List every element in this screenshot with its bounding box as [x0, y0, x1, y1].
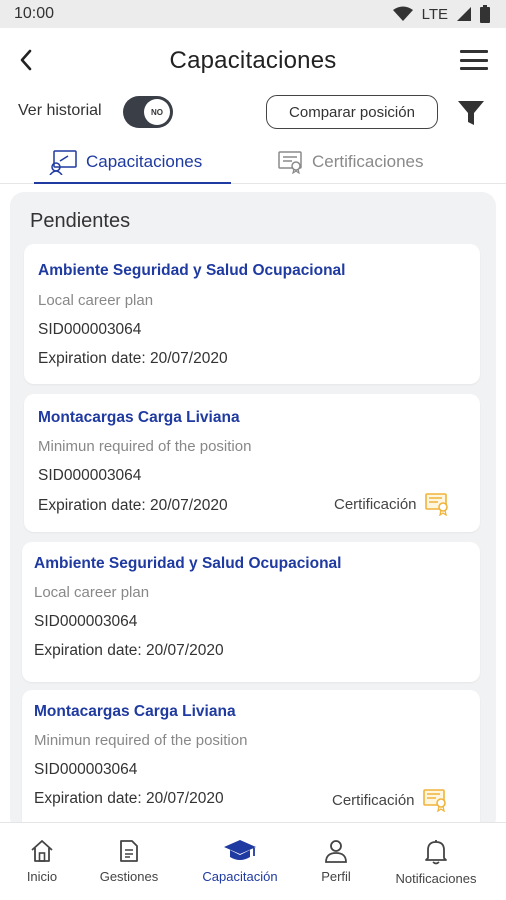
training-icon: [49, 150, 77, 175]
controls-row: Ver historial NO Comparar posición: [0, 94, 506, 134]
status-bar: 10:00 LTE: [0, 0, 506, 28]
app-bar: Capacitaciones: [0, 28, 506, 94]
card-expiration: Expiration date: 20/07/2020: [34, 642, 224, 659]
status-time: 10:00: [14, 5, 55, 22]
nav-item-inicio[interactable]: Inicio: [22, 839, 62, 884]
compare-position-button[interactable]: Comparar posición: [266, 95, 438, 129]
document-icon: [120, 840, 138, 862]
back-button[interactable]: [14, 46, 38, 74]
certification-label: Certificación: [334, 495, 417, 513]
tab-capacitaciones[interactable]: Capacitaciones: [34, 140, 231, 184]
filter-icon[interactable]: [456, 98, 486, 128]
tab-bar: Capacitaciones Certificaciones: [0, 140, 506, 184]
certification-label: Certificación: [332, 791, 415, 809]
nav-label: Notificaciones: [395, 871, 477, 886]
arrow-back-icon: [20, 49, 32, 71]
training-card[interactable]: Montacargas Carga Liviana Minimun requir…: [22, 690, 480, 832]
home-icon: [31, 840, 53, 862]
certification-badge[interactable]: Certificación: [334, 492, 451, 516]
certificate-icon: [424, 493, 448, 516]
battery-icon: [480, 5, 490, 23]
history-label: Ver historial: [18, 102, 102, 119]
nav-item-perfil[interactable]: Perfil: [318, 839, 354, 884]
status-icons: LTE: [392, 5, 490, 23]
card-title: Montacargas Carga Liviana: [34, 703, 236, 720]
card-title: Ambiente Seguridad y Salud Ocupacional: [38, 262, 346, 279]
person-icon: [325, 840, 347, 863]
card-title: Ambiente Seguridad y Salud Ocupacional: [34, 555, 342, 572]
nav-item-gestiones[interactable]: Gestiones: [96, 839, 162, 884]
card-subtitle: Minimun required of the position: [38, 438, 252, 455]
training-card[interactable]: Ambiente Seguridad y Salud Ocupacional L…: [22, 542, 480, 682]
card-expiration: Expiration date: 20/07/2020: [38, 497, 228, 514]
tab-label: Certificaciones: [312, 152, 424, 171]
card-id: SID000003064: [34, 761, 138, 778]
card-expiration: Expiration date: 20/07/2020: [34, 790, 224, 807]
wifi-icon: [392, 6, 413, 21]
card-id: SID000003064: [38, 321, 142, 338]
hamburger-menu-icon[interactable]: [460, 48, 488, 72]
nav-label: Perfil: [321, 869, 351, 884]
card-id: SID000003064: [38, 467, 142, 484]
bell-icon: [425, 840, 447, 865]
toggle-knob: NO: [144, 99, 170, 125]
network-label: LTE: [421, 5, 448, 23]
section-title: Pendientes: [30, 210, 131, 232]
card-subtitle: Local career plan: [38, 292, 154, 309]
card-subtitle: Local career plan: [34, 584, 150, 601]
nav-item-notificaciones[interactable]: Notificaciones: [390, 839, 482, 886]
signal-icon: [457, 7, 471, 21]
tab-certificaciones[interactable]: Certificaciones: [278, 140, 424, 184]
card-expiration: Expiration date: 20/07/2020: [38, 350, 228, 367]
card-subtitle: Minimun required of the position: [34, 732, 248, 749]
certification-badge[interactable]: Certificación: [332, 788, 449, 812]
nav-label: Gestiones: [99, 869, 159, 884]
bottom-nav: Inicio Gestiones Capacitación Perfil Not…: [0, 822, 506, 900]
training-card[interactable]: Ambiente Seguridad y Salud Ocupacional L…: [24, 244, 480, 384]
tab-label: Capacitaciones: [86, 152, 203, 171]
nav-item-capacitacion[interactable]: Capacitación: [198, 839, 282, 884]
graduation-cap-icon: [224, 840, 256, 860]
history-toggle[interactable]: NO: [123, 96, 173, 128]
card-title: Montacargas Carga Liviana: [38, 409, 240, 426]
page-title: Capacitaciones: [169, 47, 337, 74]
nav-label: Inicio: [26, 869, 58, 884]
nav-label: Capacitación: [202, 869, 278, 884]
pending-panel: Pendientes Ambiente Seguridad y Salud Oc…: [10, 192, 496, 832]
certificate-icon: [278, 151, 302, 174]
certificate-icon: [422, 789, 446, 812]
card-id: SID000003064: [34, 613, 138, 630]
training-card[interactable]: Montacargas Carga Liviana Minimun requir…: [24, 394, 480, 532]
